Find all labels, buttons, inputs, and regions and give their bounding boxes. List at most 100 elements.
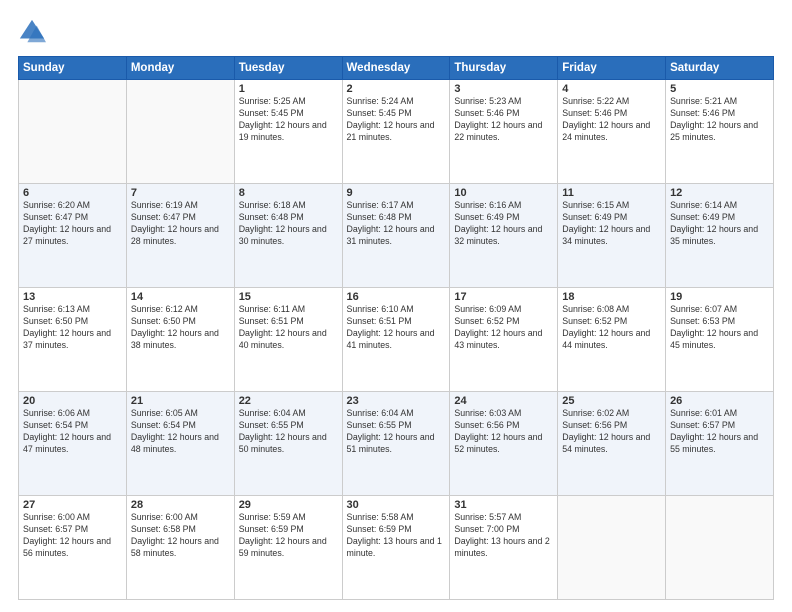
day-info: Sunrise: 6:09 AM Sunset: 6:52 PM Dayligh… <box>454 304 553 352</box>
day-number: 16 <box>347 291 446 303</box>
calendar-cell: 2Sunrise: 5:24 AM Sunset: 5:45 PM Daylig… <box>342 80 450 184</box>
weekday-header-row: SundayMondayTuesdayWednesdayThursdayFrid… <box>19 57 774 80</box>
day-number: 7 <box>131 187 230 199</box>
weekday-header-saturday: Saturday <box>666 57 774 80</box>
day-number: 15 <box>239 291 338 303</box>
calendar-week-row: 6Sunrise: 6:20 AM Sunset: 6:47 PM Daylig… <box>19 184 774 288</box>
day-info: Sunrise: 6:08 AM Sunset: 6:52 PM Dayligh… <box>562 304 661 352</box>
day-number: 19 <box>670 291 769 303</box>
calendar-cell: 20Sunrise: 6:06 AM Sunset: 6:54 PM Dayli… <box>19 392 127 496</box>
day-info: Sunrise: 5:22 AM Sunset: 5:46 PM Dayligh… <box>562 96 661 144</box>
day-number: 29 <box>239 499 338 511</box>
day-info: Sunrise: 6:06 AM Sunset: 6:54 PM Dayligh… <box>23 408 122 456</box>
calendar-cell <box>19 80 127 184</box>
day-number: 3 <box>454 83 553 95</box>
day-number: 11 <box>562 187 661 199</box>
day-number: 30 <box>347 499 446 511</box>
day-number: 10 <box>454 187 553 199</box>
day-info: Sunrise: 6:14 AM Sunset: 6:49 PM Dayligh… <box>670 200 769 248</box>
calendar-cell: 15Sunrise: 6:11 AM Sunset: 6:51 PM Dayli… <box>234 288 342 392</box>
calendar-cell: 6Sunrise: 6:20 AM Sunset: 6:47 PM Daylig… <box>19 184 127 288</box>
day-number: 4 <box>562 83 661 95</box>
day-info: Sunrise: 6:00 AM Sunset: 6:57 PM Dayligh… <box>23 512 122 560</box>
calendar-cell: 10Sunrise: 6:16 AM Sunset: 6:49 PM Dayli… <box>450 184 558 288</box>
calendar-cell: 3Sunrise: 5:23 AM Sunset: 5:46 PM Daylig… <box>450 80 558 184</box>
calendar-cell: 27Sunrise: 6:00 AM Sunset: 6:57 PM Dayli… <box>19 496 127 600</box>
day-number: 6 <box>23 187 122 199</box>
day-info: Sunrise: 6:04 AM Sunset: 6:55 PM Dayligh… <box>239 408 338 456</box>
day-info: Sunrise: 6:20 AM Sunset: 6:47 PM Dayligh… <box>23 200 122 248</box>
day-number: 18 <box>562 291 661 303</box>
day-number: 5 <box>670 83 769 95</box>
day-number: 12 <box>670 187 769 199</box>
day-info: Sunrise: 6:04 AM Sunset: 6:55 PM Dayligh… <box>347 408 446 456</box>
calendar-cell: 8Sunrise: 6:18 AM Sunset: 6:48 PM Daylig… <box>234 184 342 288</box>
calendar-cell: 24Sunrise: 6:03 AM Sunset: 6:56 PM Dayli… <box>450 392 558 496</box>
calendar-cell: 9Sunrise: 6:17 AM Sunset: 6:48 PM Daylig… <box>342 184 450 288</box>
calendar-cell: 18Sunrise: 6:08 AM Sunset: 6:52 PM Dayli… <box>558 288 666 392</box>
calendar-week-row: 13Sunrise: 6:13 AM Sunset: 6:50 PM Dayli… <box>19 288 774 392</box>
day-info: Sunrise: 5:59 AM Sunset: 6:59 PM Dayligh… <box>239 512 338 560</box>
calendar-week-row: 27Sunrise: 6:00 AM Sunset: 6:57 PM Dayli… <box>19 496 774 600</box>
day-number: 28 <box>131 499 230 511</box>
day-number: 2 <box>347 83 446 95</box>
day-info: Sunrise: 6:10 AM Sunset: 6:51 PM Dayligh… <box>347 304 446 352</box>
calendar-cell: 16Sunrise: 6:10 AM Sunset: 6:51 PM Dayli… <box>342 288 450 392</box>
day-info: Sunrise: 6:16 AM Sunset: 6:49 PM Dayligh… <box>454 200 553 248</box>
day-number: 25 <box>562 395 661 407</box>
calendar-table: SundayMondayTuesdayWednesdayThursdayFrid… <box>18 56 774 600</box>
calendar-cell: 22Sunrise: 6:04 AM Sunset: 6:55 PM Dayli… <box>234 392 342 496</box>
day-info: Sunrise: 5:25 AM Sunset: 5:45 PM Dayligh… <box>239 96 338 144</box>
day-number: 13 <box>23 291 122 303</box>
day-info: Sunrise: 6:12 AM Sunset: 6:50 PM Dayligh… <box>131 304 230 352</box>
calendar-cell: 17Sunrise: 6:09 AM Sunset: 6:52 PM Dayli… <box>450 288 558 392</box>
day-number: 14 <box>131 291 230 303</box>
weekday-header-thursday: Thursday <box>450 57 558 80</box>
calendar-page: SundayMondayTuesdayWednesdayThursdayFrid… <box>0 0 792 612</box>
calendar-cell: 28Sunrise: 6:00 AM Sunset: 6:58 PM Dayli… <box>126 496 234 600</box>
day-info: Sunrise: 6:15 AM Sunset: 6:49 PM Dayligh… <box>562 200 661 248</box>
day-info: Sunrise: 5:21 AM Sunset: 5:46 PM Dayligh… <box>670 96 769 144</box>
day-number: 23 <box>347 395 446 407</box>
calendar-cell: 21Sunrise: 6:05 AM Sunset: 6:54 PM Dayli… <box>126 392 234 496</box>
calendar-cell: 30Sunrise: 5:58 AM Sunset: 6:59 PM Dayli… <box>342 496 450 600</box>
calendar-cell <box>666 496 774 600</box>
day-info: Sunrise: 5:57 AM Sunset: 7:00 PM Dayligh… <box>454 512 553 560</box>
calendar-cell: 31Sunrise: 5:57 AM Sunset: 7:00 PM Dayli… <box>450 496 558 600</box>
day-number: 26 <box>670 395 769 407</box>
day-info: Sunrise: 6:00 AM Sunset: 6:58 PM Dayligh… <box>131 512 230 560</box>
day-info: Sunrise: 6:17 AM Sunset: 6:48 PM Dayligh… <box>347 200 446 248</box>
day-info: Sunrise: 6:18 AM Sunset: 6:48 PM Dayligh… <box>239 200 338 248</box>
calendar-cell <box>126 80 234 184</box>
calendar-cell: 25Sunrise: 6:02 AM Sunset: 6:56 PM Dayli… <box>558 392 666 496</box>
weekday-header-friday: Friday <box>558 57 666 80</box>
day-number: 9 <box>347 187 446 199</box>
calendar-cell: 7Sunrise: 6:19 AM Sunset: 6:47 PM Daylig… <box>126 184 234 288</box>
calendar-cell: 26Sunrise: 6:01 AM Sunset: 6:57 PM Dayli… <box>666 392 774 496</box>
day-info: Sunrise: 6:11 AM Sunset: 6:51 PM Dayligh… <box>239 304 338 352</box>
day-info: Sunrise: 6:02 AM Sunset: 6:56 PM Dayligh… <box>562 408 661 456</box>
calendar-cell <box>558 496 666 600</box>
day-info: Sunrise: 6:03 AM Sunset: 6:56 PM Dayligh… <box>454 408 553 456</box>
day-number: 24 <box>454 395 553 407</box>
calendar-cell: 13Sunrise: 6:13 AM Sunset: 6:50 PM Dayli… <box>19 288 127 392</box>
calendar-cell: 11Sunrise: 6:15 AM Sunset: 6:49 PM Dayli… <box>558 184 666 288</box>
day-info: Sunrise: 5:24 AM Sunset: 5:45 PM Dayligh… <box>347 96 446 144</box>
weekday-header-wednesday: Wednesday <box>342 57 450 80</box>
calendar-cell: 5Sunrise: 5:21 AM Sunset: 5:46 PM Daylig… <box>666 80 774 184</box>
day-info: Sunrise: 6:13 AM Sunset: 6:50 PM Dayligh… <box>23 304 122 352</box>
day-number: 22 <box>239 395 338 407</box>
day-info: Sunrise: 5:58 AM Sunset: 6:59 PM Dayligh… <box>347 512 446 560</box>
calendar-cell: 23Sunrise: 6:04 AM Sunset: 6:55 PM Dayli… <box>342 392 450 496</box>
calendar-week-row: 1Sunrise: 5:25 AM Sunset: 5:45 PM Daylig… <box>19 80 774 184</box>
day-number: 1 <box>239 83 338 95</box>
calendar-cell: 12Sunrise: 6:14 AM Sunset: 6:49 PM Dayli… <box>666 184 774 288</box>
calendar-week-row: 20Sunrise: 6:06 AM Sunset: 6:54 PM Dayli… <box>19 392 774 496</box>
calendar-cell: 14Sunrise: 6:12 AM Sunset: 6:50 PM Dayli… <box>126 288 234 392</box>
day-info: Sunrise: 6:07 AM Sunset: 6:53 PM Dayligh… <box>670 304 769 352</box>
day-info: Sunrise: 5:23 AM Sunset: 5:46 PM Dayligh… <box>454 96 553 144</box>
weekday-header-sunday: Sunday <box>19 57 127 80</box>
day-number: 27 <box>23 499 122 511</box>
calendar-cell: 19Sunrise: 6:07 AM Sunset: 6:53 PM Dayli… <box>666 288 774 392</box>
header <box>18 18 774 46</box>
